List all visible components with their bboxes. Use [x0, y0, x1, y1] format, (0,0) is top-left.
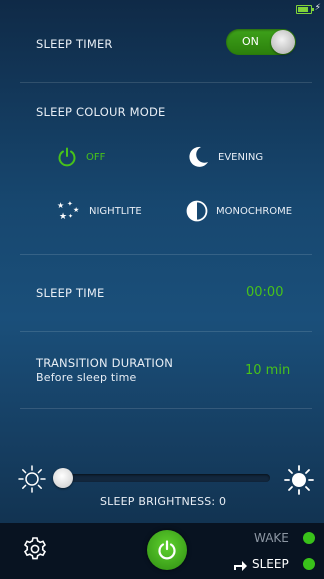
- toggle-knob[interactable]: [271, 30, 295, 54]
- brightness-slider-track[interactable]: [58, 474, 270, 482]
- arrow-export-icon: [234, 561, 247, 571]
- battery-icon: [296, 5, 314, 14]
- status-bar: ⚡: [0, 0, 324, 18]
- sun-filled-icon: [284, 465, 314, 495]
- mode-option-monochrome[interactable]: MONOCHROME: [186, 200, 292, 222]
- power-button[interactable]: [147, 530, 187, 570]
- sun-outline-icon: [18, 465, 46, 493]
- wake-status-dot: [303, 532, 315, 544]
- charging-icon: ⚡: [314, 3, 321, 13]
- transition-label: TRANSITION DURATION: [36, 356, 174, 370]
- sleep-time-value[interactable]: 00:00: [246, 285, 283, 300]
- mode-option-off[interactable]: OFF: [56, 146, 105, 168]
- svg-text:★: ★: [59, 212, 67, 222]
- sleep-status-dot: [303, 558, 315, 570]
- sleep-timer-label: SLEEP TIMER: [36, 37, 113, 51]
- divider: [20, 408, 312, 409]
- brightness-label: SLEEP BRIGHTNESS: 0: [100, 495, 227, 508]
- sleep-label[interactable]: SLEEP: [252, 557, 289, 571]
- wake-label[interactable]: WAKE: [254, 531, 289, 545]
- power-icon: [158, 540, 176, 560]
- mode-option-nightlite[interactable]: ★ ✦ ★ ★ ✦ NIGHTLITE: [55, 199, 142, 223]
- mode-nightlite-label: NIGHTLITE: [89, 205, 142, 217]
- svg-text:✦: ✦: [68, 213, 73, 220]
- divider: [20, 331, 312, 332]
- transition-value[interactable]: 10 min: [245, 363, 290, 378]
- divider: [20, 82, 312, 83]
- divider: [20, 254, 312, 255]
- brightness-slider-handle[interactable]: [53, 468, 73, 488]
- moon-icon: [189, 146, 208, 167]
- svg-text:★: ★: [73, 206, 79, 214]
- settings-gear-icon[interactable]: [22, 536, 48, 562]
- half-circle-icon: [186, 200, 208, 222]
- mode-evening-label: EVENING: [218, 151, 264, 163]
- mode-off-label: OFF: [86, 151, 106, 163]
- sleep-time-label: SLEEP TIME: [36, 286, 105, 300]
- power-icon: [58, 147, 76, 167]
- toggle-on-label: ON: [242, 35, 259, 48]
- sleep-timer-toggle[interactable]: ON: [226, 29, 296, 55]
- colour-mode-title: SLEEP COLOUR MODE: [36, 105, 166, 119]
- mode-monochrome-label: MONOCHROME: [216, 205, 293, 217]
- stars-icon: ★ ✦ ★ ★ ✦: [57, 200, 79, 222]
- mode-option-evening[interactable]: EVENING: [186, 145, 263, 169]
- transition-sublabel: Before sleep time: [36, 371, 137, 384]
- svg-text:★: ★: [57, 201, 64, 210]
